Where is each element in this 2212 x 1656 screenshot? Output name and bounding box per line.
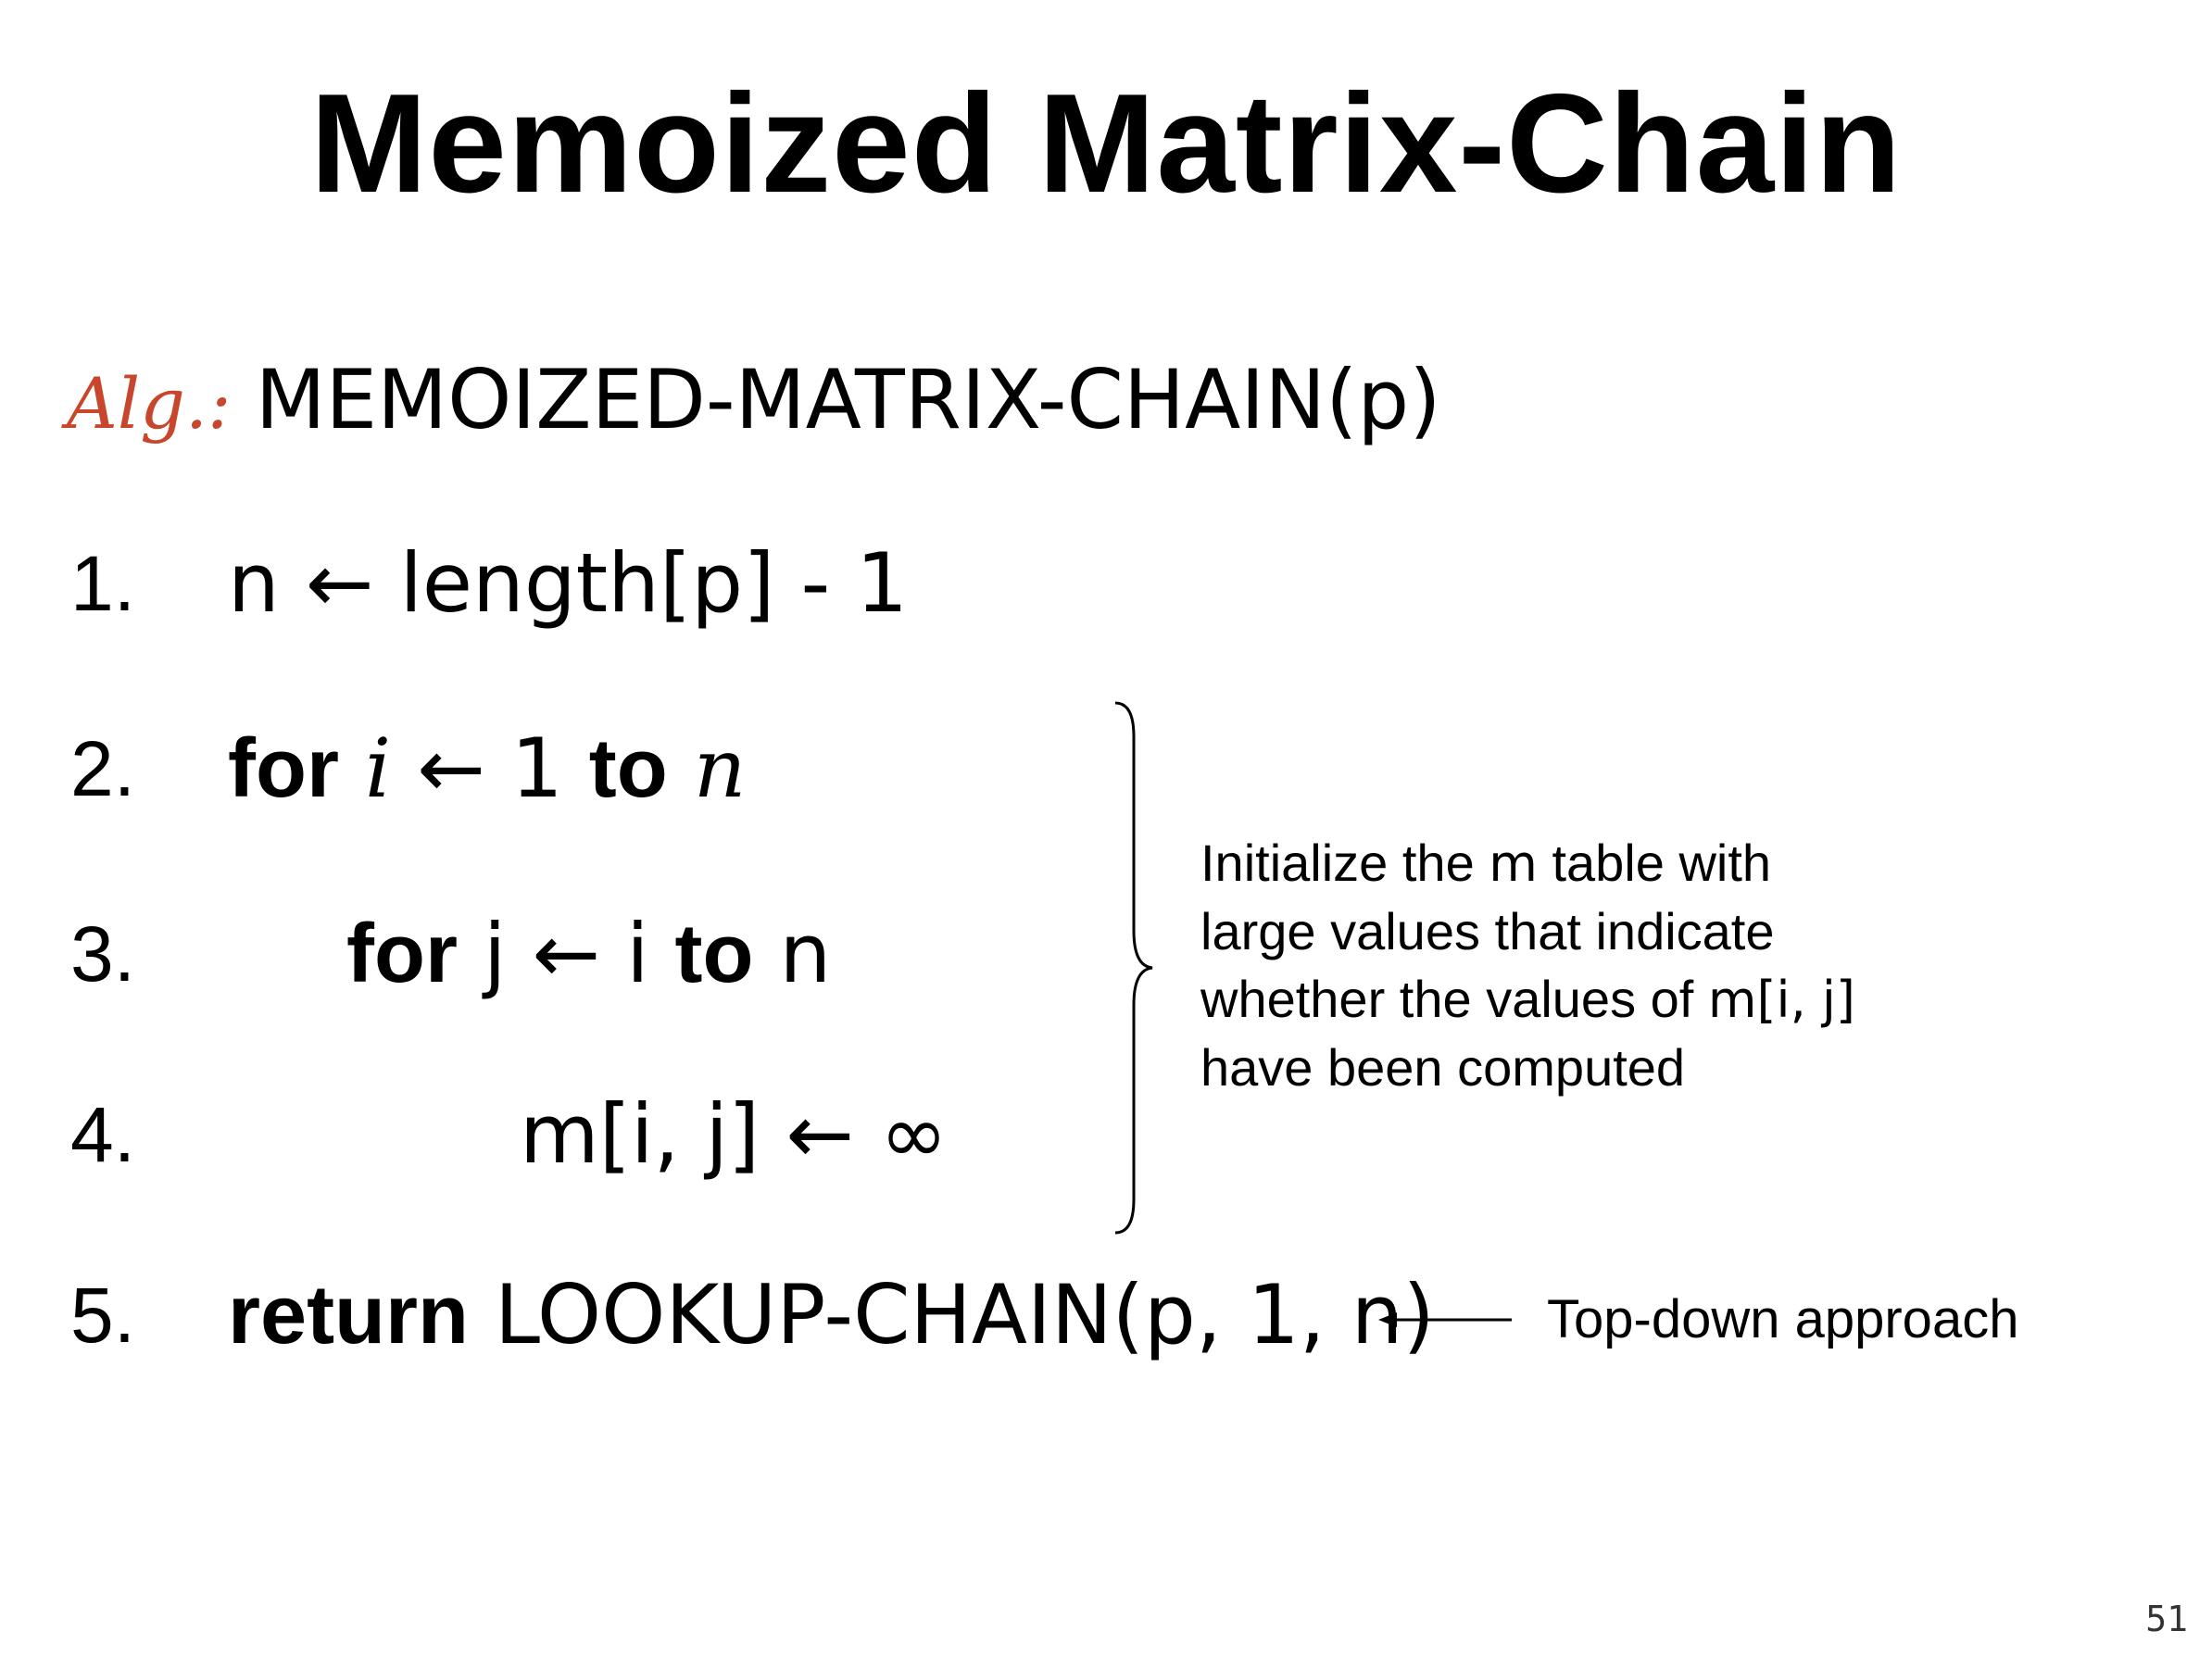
line-number: 5. bbox=[70, 1272, 136, 1359]
line-code: for i ← 1 to n bbox=[228, 713, 746, 824]
line-code: for j ← i to n bbox=[346, 898, 831, 1010]
note-line-2: large values that indicate bbox=[1200, 902, 1775, 960]
loop-end: n bbox=[693, 721, 747, 816]
left-arrow-icon bbox=[1378, 1312, 1512, 1327]
slide-title: Memoized Matrix-Chain bbox=[309, 65, 1903, 222]
return-call: LOOKUP-CHAIN(p, 1, n) bbox=[495, 1267, 1435, 1362]
keyword-for: for bbox=[346, 908, 458, 1000]
keyword-for: for bbox=[228, 722, 339, 815]
note-line-1: Initialize the m table with bbox=[1200, 834, 1772, 893]
right-brace-icon bbox=[1114, 701, 1153, 1235]
keyword-to: to bbox=[588, 722, 668, 815]
loop-assign: ← i bbox=[506, 906, 675, 1001]
loop-assign: ← 1 bbox=[391, 721, 589, 816]
note-line-3: whether the values of m[i, j] bbox=[1200, 970, 1855, 1029]
note-line-4: have been computed bbox=[1200, 1038, 1686, 1097]
line-code: return LOOKUP-CHAIN(p, 1, n) bbox=[228, 1260, 1435, 1371]
loop-variable: j bbox=[483, 906, 507, 1001]
line-number: 2. bbox=[70, 725, 136, 812]
line-number: 4. bbox=[70, 1091, 136, 1178]
loop-variable: i bbox=[364, 721, 392, 816]
loop-end: n bbox=[779, 906, 832, 1001]
keyword-return: return bbox=[228, 1269, 470, 1361]
line-number: 1. bbox=[70, 540, 136, 627]
line-code: n ← length[p] - 1 bbox=[228, 535, 909, 631]
line-number: 3. bbox=[70, 910, 136, 997]
line-code: m[i, j] ← ∞ bbox=[520, 1086, 949, 1182]
algorithm-header: Alg.: MEMOIZED-MATRIX-CHAIN(p) bbox=[67, 352, 1441, 463]
keyword-to: to bbox=[674, 908, 754, 1000]
page-number: 51 bbox=[2145, 1599, 2188, 1639]
alg-name: MEMOIZED-MATRIX-CHAIN(p) bbox=[255, 352, 1441, 447]
alg-label: Alg.: bbox=[67, 362, 232, 445]
top-down-label: Top-down approach bbox=[1547, 1289, 2019, 1349]
initialization-note: Initialize the m table with large values… bbox=[1200, 829, 2034, 1101]
